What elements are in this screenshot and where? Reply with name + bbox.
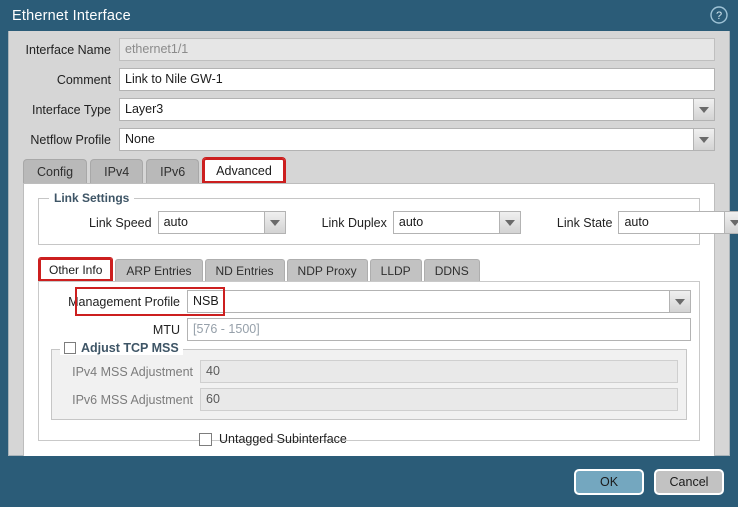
netflow-profile-select[interactable]: None [119, 128, 715, 151]
subtab-ddns-label: DDNS [434, 263, 469, 278]
tab-config-label: Config [37, 164, 74, 179]
link-speed-dropdown-button[interactable] [263, 211, 286, 234]
advanced-tab-panel: Link Settings Link Speed auto Link Duple… [23, 183, 738, 473]
other-info-panel: Management Profile NSB MTU [576 - 1500] [38, 281, 700, 446]
field-row-interface-type: Interface Type Layer3 [23, 97, 715, 122]
chevron-down-icon [675, 298, 685, 305]
dialog-body: Interface Name ethernet1/1 Comment Link … [8, 31, 738, 473]
subtab-lldp[interactable]: LLDP [369, 259, 422, 281]
chevron-down-icon [730, 219, 738, 226]
untagged-subinterface-checkbox[interactable] [199, 432, 212, 446]
tab-config[interactable]: Config [23, 159, 88, 183]
management-profile-dropdown-button[interactable] [669, 290, 691, 313]
ok-button-label: OK [599, 474, 619, 489]
tab-ipv4-label: IPv4 [104, 164, 130, 179]
tab-ipv6-label: IPv6 [160, 164, 186, 179]
netflow-profile-value[interactable]: None [119, 128, 693, 151]
interface-name-label: Interface Name [25, 42, 111, 57]
mtu-label: MTU [152, 322, 180, 337]
link-speed-select[interactable]: auto [157, 211, 286, 234]
field-row-netflow-profile: Netflow Profile None [23, 127, 715, 152]
ok-button[interactable]: OK [574, 468, 644, 495]
svg-text:?: ? [716, 10, 722, 22]
subtab-nd-entries[interactable]: ND Entries [204, 259, 285, 281]
comment-input[interactable]: Link to Nile GW-1 [119, 68, 715, 91]
tab-ipv6[interactable]: IPv6 [146, 159, 200, 183]
help-circle-icon[interactable]: ? [710, 6, 728, 24]
adjust-tcp-mss-label: Adjust TCP MSS [81, 341, 179, 355]
cancel-button[interactable]: Cancel [654, 468, 724, 495]
adjust-tcp-mss-fieldset: Adjust TCP MSS IPv4 MSS Adjustment 40 IP… [51, 341, 687, 420]
subtab-arp-entries-label: ARP Entries [126, 263, 192, 278]
interface-header-form: Interface Name ethernet1/1 Comment Link … [9, 31, 729, 152]
untagged-subinterface-row: Untagged Subinterface [47, 432, 691, 446]
cancel-button-label: Cancel [669, 474, 709, 489]
mtu-input[interactable]: [576 - 1500] [187, 318, 691, 341]
ipv4-mss-label: IPv4 MSS Adjustment [72, 364, 193, 379]
chevron-down-icon [269, 219, 280, 226]
untagged-subinterface-label: Untagged Subinterface [219, 432, 347, 446]
subtab-arp-entries[interactable]: ARP Entries [115, 259, 203, 281]
subtab-ddns[interactable]: DDNS [423, 259, 480, 281]
dialog-footer: OK Cancel [0, 456, 738, 507]
tab-advanced[interactable]: Advanced [202, 157, 286, 183]
field-row-interface-name: Interface Name ethernet1/1 [23, 37, 715, 62]
management-profile-label: Management Profile [68, 294, 180, 309]
link-settings-fieldset: Link Settings Link Speed auto Link Duple… [38, 191, 738, 245]
field-row-ipv4-mss: IPv4 MSS Adjustment 40 [60, 360, 678, 383]
management-profile-value[interactable]: NSB [187, 290, 669, 313]
link-speed-group: Link Speed auto [89, 211, 286, 234]
link-state-value[interactable]: auto [618, 211, 725, 234]
field-row-comment: Comment Link to Nile GW-1 [23, 67, 715, 92]
subtab-other-info-label: Other Info [49, 262, 103, 277]
chevron-down-icon [699, 136, 709, 143]
tab-advanced-label: Advanced [216, 163, 272, 178]
link-settings-legend: Link Settings [49, 191, 135, 205]
subtab-nd-entries-label: ND Entries [215, 263, 274, 278]
dialog-titlebar: Ethernet Interface ? [0, 0, 738, 31]
main-tabstrip: Config IPv4 IPv6 Advanced [9, 157, 729, 183]
ipv4-mss-input: 40 [200, 360, 678, 383]
interface-type-select[interactable]: Layer3 [119, 98, 715, 121]
link-state-dropdown-button[interactable] [724, 211, 738, 234]
interface-type-label: Interface Type [32, 102, 111, 117]
subtab-other-info[interactable]: Other Info [38, 257, 114, 281]
page-title: Ethernet Interface [12, 7, 131, 24]
field-row-mtu: MTU [576 - 1500] [47, 318, 691, 341]
management-profile-select[interactable]: NSB [187, 290, 691, 313]
link-duplex-value[interactable]: auto [392, 211, 499, 234]
link-state-select[interactable]: auto [618, 211, 738, 234]
advanced-subtabstrip: Other Info ARP Entries ND Entries NDP Pr… [38, 257, 704, 281]
link-duplex-label: Link Duplex [321, 215, 387, 230]
adjust-tcp-mss-legend: Adjust TCP MSS [60, 341, 183, 355]
link-duplex-select[interactable]: auto [392, 211, 521, 234]
adjust-tcp-mss-checkbox[interactable] [64, 342, 76, 354]
link-duplex-dropdown-button[interactable] [498, 211, 521, 234]
subtab-lldp-label: LLDP [380, 263, 411, 278]
interface-type-value[interactable]: Layer3 [119, 98, 693, 121]
netflow-profile-label: Netflow Profile [30, 132, 111, 147]
field-row-ipv6-mss: IPv6 MSS Adjustment 60 [60, 388, 678, 411]
ethernet-interface-dialog: Ethernet Interface ? Interface Name ethe… [0, 0, 738, 507]
tab-ipv4[interactable]: IPv4 [90, 159, 144, 183]
link-speed-value[interactable]: auto [157, 211, 264, 234]
link-duplex-group: Link Duplex auto [322, 211, 521, 234]
link-state-label: Link State [556, 215, 613, 230]
interface-name-input: ethernet1/1 [119, 38, 715, 61]
link-speed-label: Link Speed [89, 215, 152, 230]
netflow-profile-dropdown-button[interactable] [693, 128, 715, 151]
subtab-ndp-proxy[interactable]: NDP Proxy [286, 259, 368, 281]
chevron-down-icon [504, 219, 515, 226]
field-row-management-profile: Management Profile NSB [47, 287, 691, 316]
link-state-group: Link State auto [557, 211, 738, 234]
link-settings-row: Link Speed auto Link Duplex auto Link St… [49, 211, 738, 234]
interface-type-dropdown-button[interactable] [693, 98, 715, 121]
chevron-down-icon [699, 106, 709, 113]
comment-label: Comment [56, 72, 111, 87]
subtab-ndp-proxy-label: NDP Proxy [297, 263, 357, 278]
ipv6-mss-label: IPv6 MSS Adjustment [72, 392, 193, 407]
ipv6-mss-input: 60 [200, 388, 678, 411]
